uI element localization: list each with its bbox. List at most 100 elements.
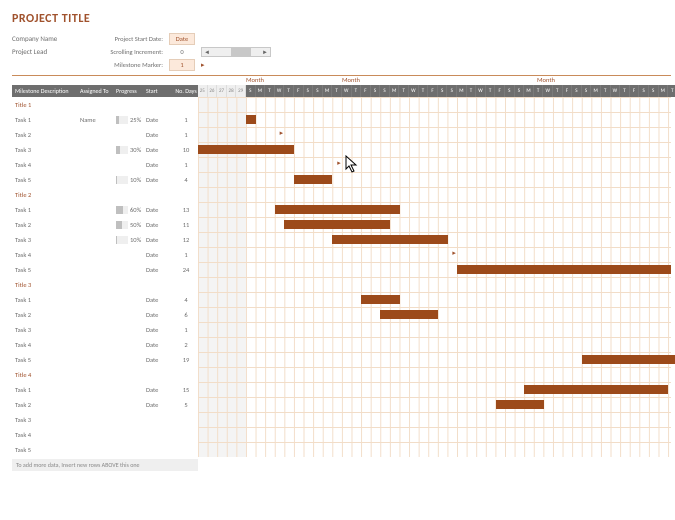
task-row[interactable]: Task 2Date1▸ xyxy=(12,127,671,142)
task-progress: 25% xyxy=(116,116,146,124)
day-letter-cell: F xyxy=(495,85,505,97)
task-row[interactable]: Task 4Date1▸ xyxy=(12,247,671,262)
day-letter-cell: S xyxy=(639,85,649,97)
task-days: 2 xyxy=(174,341,198,349)
day-letter-cell: M xyxy=(524,85,534,97)
task-description: Task 4 xyxy=(12,341,80,349)
task-start: Date xyxy=(146,161,174,169)
task-row[interactable]: Task 2Date5 xyxy=(12,397,671,412)
scroll-increment-value[interactable]: 0 xyxy=(169,47,195,57)
gantt-bar[interactable] xyxy=(582,355,671,364)
row-chart-area xyxy=(198,202,671,217)
task-row[interactable]: Task 4Date1▸ xyxy=(12,157,671,172)
col-start: Start xyxy=(146,87,174,95)
task-row[interactable]: Task 310%Date12 xyxy=(12,232,671,247)
task-start: Date xyxy=(146,176,174,184)
day-letter-cell: W xyxy=(275,85,285,97)
task-days: 6 xyxy=(174,311,198,319)
day-letter-cell: F xyxy=(294,85,304,97)
task-row[interactable]: Task 3Date1 xyxy=(12,322,671,337)
task-row[interactable]: Task 160%Date13 xyxy=(12,202,671,217)
task-row[interactable]: Task 1Date15 xyxy=(12,382,671,397)
scroll-left-arrow-icon[interactable]: ◄ xyxy=(202,48,212,56)
milestone-marker-value[interactable]: 1 xyxy=(169,59,195,71)
row-chart-area xyxy=(198,172,671,187)
task-row[interactable]: Task 5 xyxy=(12,442,671,457)
row-chart-area xyxy=(198,277,671,292)
row-chart-area xyxy=(198,367,671,382)
month-label: Month xyxy=(537,76,555,84)
task-description: Task 4 xyxy=(12,431,80,439)
task-progress: 60% xyxy=(116,206,146,214)
gantt-bar[interactable] xyxy=(457,265,671,274)
task-description: Task 5 xyxy=(12,176,80,184)
row-chart-area xyxy=(198,322,671,337)
task-days: 24 xyxy=(174,266,198,274)
task-row[interactable]: Task 4 xyxy=(12,427,671,442)
gantt-bar[interactable] xyxy=(524,385,668,394)
task-row[interactable]: Task 5Date19 xyxy=(12,352,671,367)
gantt-bar[interactable] xyxy=(361,295,399,304)
task-row[interactable]: Task 330%Date10 xyxy=(12,142,671,157)
task-row[interactable]: Task 250%Date11 xyxy=(12,217,671,232)
row-chart-area xyxy=(198,262,671,277)
task-progress: 10% xyxy=(116,236,146,244)
row-chart-area xyxy=(198,427,671,442)
task-description: Task 4 xyxy=(12,251,80,259)
gantt-bar[interactable] xyxy=(294,175,332,184)
day-letter-cell: S xyxy=(304,85,314,97)
section-title-row[interactable]: Title 1 xyxy=(12,97,671,112)
gantt-bar[interactable] xyxy=(332,235,447,244)
task-row[interactable]: Task 4Date2 xyxy=(12,337,671,352)
task-start: Date xyxy=(146,326,174,334)
task-row[interactable]: Task 5Date24 xyxy=(12,262,671,277)
day-letter-cell: F xyxy=(563,85,573,97)
row-chart-area xyxy=(198,292,671,307)
gantt-bar[interactable] xyxy=(659,355,675,364)
day-letter-cell: S xyxy=(505,85,515,97)
day-letter-cell: T xyxy=(486,85,496,97)
gantt-bar[interactable] xyxy=(246,115,256,124)
col-description: Milestone Description xyxy=(12,87,80,95)
row-chart-area xyxy=(198,412,671,427)
row-chart-area: ▸ xyxy=(198,157,671,172)
task-row[interactable]: Task 1Date4 xyxy=(12,292,671,307)
scroll-thumb[interactable] xyxy=(231,48,251,56)
section-title-row[interactable]: Title 4 xyxy=(12,367,671,382)
day-date-cell: 26 xyxy=(208,85,218,97)
task-days: 1 xyxy=(174,161,198,169)
day-letter-cell: T xyxy=(419,85,429,97)
task-row[interactable]: Task 1Name25%Date1 xyxy=(12,112,671,127)
day-letter-cell: T xyxy=(399,85,409,97)
gantt-bar[interactable] xyxy=(198,145,294,154)
gantt-bar[interactable] xyxy=(284,220,390,229)
task-row[interactable]: Task 510%Date4 xyxy=(12,172,671,187)
task-row[interactable]: Task 3 xyxy=(12,412,671,427)
day-letter-cell: M xyxy=(323,85,333,97)
month-label: Month xyxy=(342,76,360,84)
day-letter-cell: S xyxy=(582,85,592,97)
gantt-bar[interactable] xyxy=(380,310,438,319)
milestone-marker-label: Milestone Marker: xyxy=(103,61,163,69)
day-date-cell: 29 xyxy=(236,85,246,97)
start-date-value[interactable]: Date xyxy=(169,33,195,45)
task-days: 1 xyxy=(174,251,198,259)
row-chart-area: ▸ xyxy=(198,247,671,262)
task-days: 1 xyxy=(174,326,198,334)
project-lead-label: Project Lead xyxy=(12,47,97,56)
task-description: Task 1 xyxy=(12,116,80,124)
gantt-bar[interactable] xyxy=(275,205,400,214)
task-row[interactable]: Task 2Date6 xyxy=(12,307,671,322)
day-letter-cell: M xyxy=(659,85,669,97)
scroll-right-arrow-icon[interactable]: ► xyxy=(260,48,270,56)
section-title-row[interactable]: Title 3 xyxy=(12,277,671,292)
row-chart-area xyxy=(198,217,671,232)
gantt-bar[interactable] xyxy=(496,400,544,409)
day-letter-cell: T xyxy=(534,85,544,97)
scroll-increment-label: Scrolling Increment: xyxy=(103,48,163,56)
day-letter-cell: M xyxy=(591,85,601,97)
col-days: No. Days xyxy=(174,87,198,95)
horizontal-scrollbar[interactable]: ◄ ► xyxy=(201,47,271,57)
day-letter-cell: W xyxy=(409,85,419,97)
section-title-row[interactable]: Title 2 xyxy=(12,187,671,202)
